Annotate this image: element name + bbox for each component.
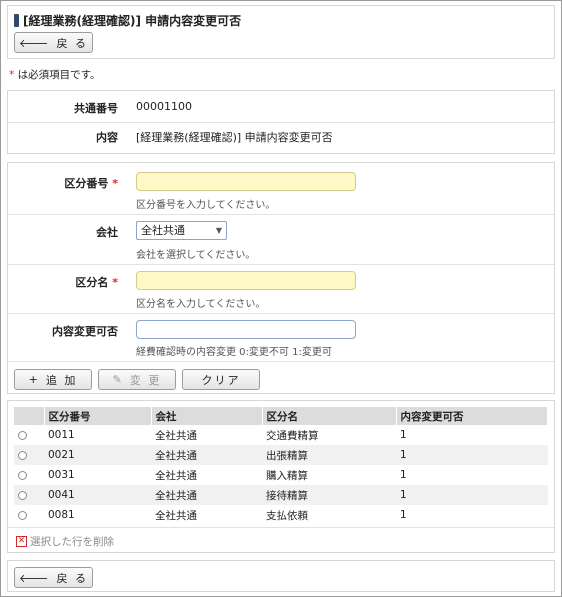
category-name-label-text: 区分名 [75,276,109,289]
company-hint: 会社を選択してください。 [136,250,256,261]
table-row[interactable]: 0021 全社共通 出張精算 1 [14,445,548,465]
category-name-label: 区分名 * [8,274,118,290]
plus-icon: + [28,373,40,386]
category-number-input[interactable] [136,172,356,191]
cell-flag: 1 [400,429,407,441]
cell-number: 0081 [48,509,75,521]
table-row[interactable]: 0031 全社共通 購入精算 1 [14,465,548,485]
back-button-bottom[interactable]: 🡐 戻 る [14,567,93,588]
content-value: [経理業務(経理確認)] 申請内容変更可否 [136,131,333,144]
cell-company: 全社共通 [155,469,197,482]
required-note-text: は必須項目です。 [14,69,101,81]
row-select-radio[interactable] [18,430,27,440]
cell-number: 0011 [48,429,75,441]
table-header-company: 会社 [151,407,263,425]
add-button[interactable]: + 追 加 [14,369,92,390]
cell-name: 接待精算 [262,485,396,505]
category-name-hint: 区分名を入力してください。 [136,299,266,310]
changeable-label: 内容変更可否 [52,325,118,338]
table-row[interactable]: 0081 全社共通 支払依頼 1 [14,505,548,525]
back-button-label: 戻 る [56,571,88,585]
category-number-label-text: 区分番号 [64,177,109,190]
cell-company: 全社共通 [155,429,197,442]
table-header-name: 区分名 [262,407,397,425]
category-number-label: 区分番号 * [8,175,118,191]
page-title: [経理業務(経理確認)] 申請内容変更可否 [14,12,241,29]
required-mark: * [112,276,118,289]
list-panel: 区分番号 会社 区分名 内容変更可否 0011 全社共通 交通費精算 1 002… [7,400,555,553]
cell-flag: 1 [400,509,407,521]
category-table: 区分番号 会社 区分名 内容変更可否 0011 全社共通 交通費精算 1 002… [14,407,548,525]
clear-button-label: クリア [201,373,241,387]
row-select-radio[interactable] [18,490,27,500]
cell-number: 0041 [44,485,151,505]
info-panel: 共通番号 00001100 内容 [経理業務(経理確認)] 申請内容変更可否 [7,90,555,154]
table-header-changeable: 内容変更可否 [396,407,548,425]
cell-name: 購入精算 [266,469,308,482]
cell-flag: 1 [400,469,407,481]
back-button[interactable]: 🡐 戻 る [14,32,93,53]
row-select-radio[interactable] [18,450,27,460]
common-number-value: 00001100 [136,100,192,113]
divider [8,214,554,215]
common-number-label: 共通番号 [74,102,118,115]
change-button[interactable]: ✎ 変 更 [98,369,176,390]
cell-flag: 1 [396,445,548,465]
table-header-select [14,407,45,425]
cell-flag: 1 [396,485,548,505]
table-row[interactable]: 0011 全社共通 交通費精算 1 [14,425,548,445]
table-header-row: 区分番号 会社 区分名 内容変更可否 [14,407,548,425]
footer-panel: 🡐 戻 る [7,560,555,592]
delete-x-icon: ✕ [16,536,27,547]
page-title-text: [経理業務(経理確認)] 申請内容変更可否 [23,14,242,28]
cell-company: 全社共通 [155,509,197,522]
row-select-radio[interactable] [18,510,27,520]
title-marker-icon [14,14,19,27]
company-label: 会社 [96,226,118,239]
divider [8,264,554,265]
cell-name: 出張精算 [262,445,396,465]
company-select-value: 全社共通 [141,224,185,237]
cell-company: 全社共通 [151,445,262,465]
dropdown-arrow-icon: ▼ [215,226,222,235]
changeable-hint: 経費確認時の内容変更 0:変更不可 1:変更可 [136,347,332,358]
add-button-label: 追 加 [45,373,78,387]
content-label: 内容 [96,131,118,144]
category-name-input[interactable] [136,271,356,290]
cell-number: 0021 [44,445,151,465]
cell-company: 全社共通 [151,485,262,505]
divider [8,527,554,528]
divider [8,361,554,362]
cell-name: 支払依頼 [266,509,308,522]
company-select[interactable]: 全社共通 ▼ [136,221,227,240]
cell-number: 0031 [48,469,75,481]
category-number-hint: 区分番号を入力してください。 [136,200,276,211]
back-button-label: 戻 る [56,36,88,50]
change-button-label: 変 更 [129,373,162,387]
cell-name: 交通費精算 [266,429,319,442]
arrow-left-icon: 🡐 [19,36,51,50]
required-mark: * [112,177,118,190]
delete-selected-link[interactable]: ✕ 選択した行を削除 [16,534,114,549]
clear-button[interactable]: クリア [182,369,260,390]
header-panel: [経理業務(経理確認)] 申請内容変更可否 🡐 戻 る [7,5,555,59]
divider [8,122,554,123]
arrow-left-icon: 🡐 [19,571,51,585]
table-row[interactable]: 0041 全社共通 接待精算 1 [14,485,548,505]
delete-selected-label: 選択した行を削除 [30,536,114,548]
pencil-icon: ✎ [112,373,124,386]
changeable-input[interactable] [136,320,356,339]
window-frame: [経理業務(経理確認)] 申請内容変更可否 🡐 戻 る * は必須項目です。 共… [0,0,562,597]
divider [8,313,554,314]
form-panel: 区分番号 * 区分番号を入力してください。 会社 全社共通 ▼ 会社を選択してく… [7,162,555,394]
row-select-radio[interactable] [18,470,27,480]
required-note: * は必須項目です。 [9,67,101,82]
table-header-number: 区分番号 [44,407,152,425]
